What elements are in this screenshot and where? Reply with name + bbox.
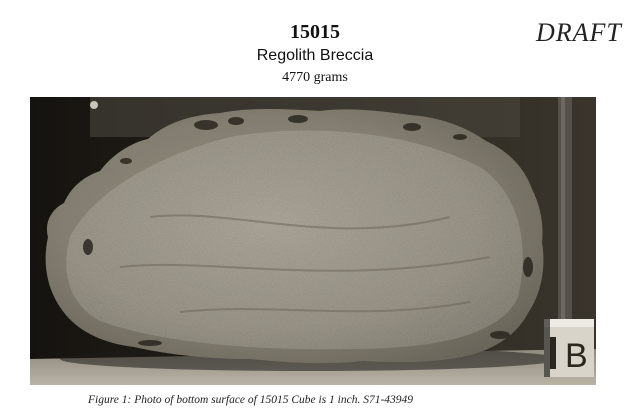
document-page: DRAFT 15015 Regolith Breccia 4770 grams bbox=[0, 0, 630, 415]
cube-label: B bbox=[565, 337, 588, 375]
figure-caption: Figure 1: Photo of bottom surface of 150… bbox=[88, 394, 414, 406]
sample-number-title: 15015 bbox=[290, 21, 340, 43]
sample-photo: B bbox=[30, 97, 596, 385]
rock-type-subtitle: Regolith Breccia bbox=[256, 47, 374, 64]
scale-cube: B bbox=[544, 319, 594, 377]
sample-mass: 4770 grams bbox=[282, 70, 348, 85]
